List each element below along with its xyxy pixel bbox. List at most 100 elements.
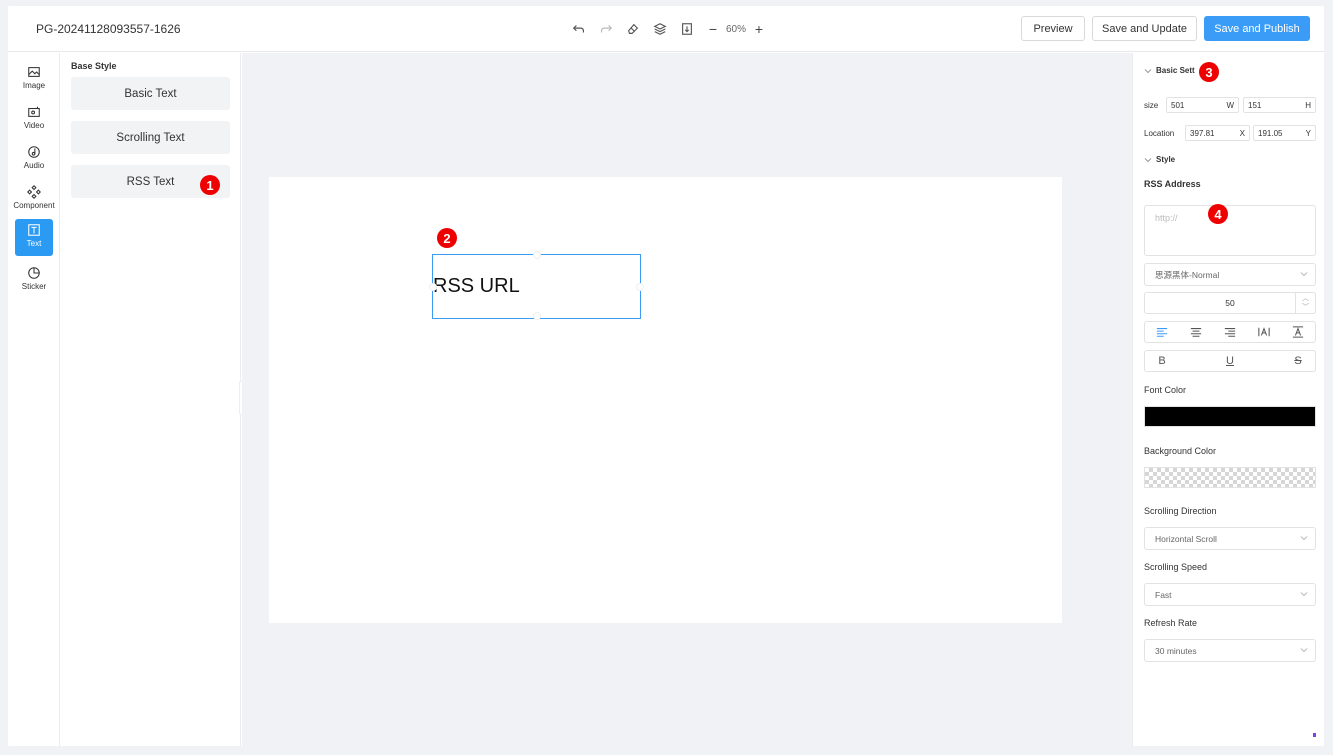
chevron-up-icon[interactable]: ︿ (1302, 294, 1309, 303)
image-icon (28, 67, 40, 77)
component-icon (27, 185, 41, 199)
layers-icon[interactable] (652, 21, 668, 37)
scroll-direction-value: Horizontal Scroll (1155, 533, 1217, 544)
font-color-label: Font Color (1144, 385, 1187, 395)
sidebar-item-sticker[interactable]: Sticker (8, 262, 60, 298)
font-size-value: 50 (1225, 298, 1235, 308)
basic-settings-section[interactable]: Basic Sett (1144, 66, 1195, 75)
rss-text-content: RSS URL (433, 275, 520, 297)
sidebar-item-component[interactable]: Component (8, 181, 60, 217)
letter-spacing-icon[interactable] (1257, 325, 1271, 339)
zoom-value: 60% (726, 23, 747, 35)
font-color-swatch[interactable] (1144, 406, 1316, 427)
sidebar-item-text[interactable]: Text (15, 219, 53, 256)
scroll-direction-label: Scrolling Direction (1144, 506, 1217, 516)
font-family-value: 思源黑体-Normal (1155, 269, 1220, 280)
x-value: 397.81 (1190, 128, 1215, 138)
undo-icon[interactable] (571, 21, 587, 37)
bold-icon[interactable]: B (1155, 354, 1169, 368)
resize-handle-right[interactable] (636, 283, 644, 291)
sidebar-item-label: Audio (23, 161, 45, 170)
chevron-down-icon (1300, 536, 1308, 541)
x-input[interactable]: 397.81 X (1185, 125, 1250, 141)
align-center-icon[interactable] (1189, 325, 1203, 339)
refresh-rate-value: 30 minutes (1155, 645, 1197, 656)
sidebar-item-label: Text (26, 239, 42, 248)
panel-title: Base Style (71, 61, 117, 71)
width-input[interactable]: 501 W (1166, 97, 1239, 113)
sidebar-item-video[interactable]: Video (8, 101, 60, 137)
width-value: 501 (1171, 100, 1185, 110)
save-publish-button[interactable]: Save and Publish (1204, 16, 1310, 41)
basic-text-button[interactable]: Basic Text (71, 77, 230, 110)
redo-icon[interactable] (598, 21, 614, 37)
editor-window: PG-20241128093557-1626 − 60% + Preview S… (8, 6, 1324, 746)
style-section[interactable]: Style (1144, 155, 1175, 164)
strikethrough-icon[interactable]: S (1291, 354, 1305, 368)
step-badge-3: 3 (1199, 62, 1219, 82)
height-input[interactable]: 151 H (1243, 97, 1316, 113)
background-color-swatch[interactable] (1144, 467, 1316, 488)
scrolling-text-button[interactable]: Scrolling Text (71, 121, 230, 154)
rss-address-input[interactable]: http:// (1144, 205, 1316, 256)
canvas-area: 2 RSS URL (242, 53, 1132, 746)
font-family-select[interactable]: 思源黑体-Normal (1144, 263, 1316, 286)
zoom-out-button[interactable]: − (706, 21, 720, 37)
chevron-down-icon (1300, 648, 1308, 653)
chevron-down-icon (1144, 68, 1152, 73)
scroll-speed-select[interactable]: Fast (1144, 583, 1316, 606)
section-title: Basic Sett (1156, 66, 1195, 75)
zoom-control: − 60% + (706, 21, 766, 37)
sidebar-item-label: Component (13, 201, 55, 210)
component-type-sidebar: Image Video Audio Component Text Sticker (8, 53, 60, 746)
y-value: 191.05 (1258, 128, 1283, 138)
alignment-buttons (1144, 321, 1316, 343)
resize-handle-bottom[interactable] (533, 312, 541, 320)
audio-icon (28, 146, 40, 158)
refresh-rate-select[interactable]: 30 minutes (1144, 639, 1316, 662)
size-label: size (1144, 101, 1159, 110)
step-badge-4: 4 (1208, 204, 1228, 224)
chevron-down-icon[interactable]: ﹀ (1302, 303, 1309, 312)
location-label: Location (1144, 129, 1175, 138)
font-size-input[interactable]: 50 ︿ ﹀ (1144, 292, 1316, 314)
properties-panel: Basic Sett 3 size 501 W 151 H Location 3… (1132, 53, 1324, 746)
align-icon[interactable] (679, 21, 695, 37)
resize-handle-left[interactable] (429, 283, 437, 291)
sidebar-item-audio[interactable]: Audio (8, 141, 60, 177)
corner-indicator (1313, 733, 1316, 737)
step-badge-1: 1 (200, 175, 220, 195)
y-input[interactable]: 191.05 Y (1253, 125, 1316, 141)
text-style-panel: Base Style Basic Text Scrolling Text RSS… (61, 53, 241, 746)
y-suffix: Y (1305, 129, 1311, 138)
chevron-down-icon (1300, 592, 1308, 597)
line-height-icon[interactable] (1291, 325, 1305, 339)
align-right-icon[interactable] (1223, 325, 1237, 339)
sidebar-item-image[interactable]: Image (8, 61, 60, 97)
height-value: 151 (1248, 100, 1262, 110)
preview-button[interactable]: Preview (1021, 16, 1085, 41)
eraser-icon[interactable] (625, 21, 641, 37)
sidebar-item-label: Sticker (21, 282, 47, 291)
save-update-button[interactable]: Save and Update (1092, 16, 1197, 41)
video-icon (28, 106, 40, 117)
top-header: PG-20241128093557-1626 − 60% + Preview S… (8, 6, 1324, 52)
text-icon (28, 224, 40, 236)
font-size-stepper[interactable]: ︿ ﹀ (1295, 293, 1315, 313)
scroll-direction-select[interactable]: Horizontal Scroll (1144, 527, 1316, 550)
edit-toolbar: − 60% + (571, 19, 766, 39)
design-canvas[interactable]: 2 RSS URL (269, 177, 1062, 623)
zoom-in-button[interactable]: + (752, 21, 766, 37)
resize-handle-top[interactable] (533, 251, 541, 259)
chevron-down-icon (1144, 157, 1152, 162)
align-left-icon[interactable] (1155, 325, 1169, 339)
sticker-icon (28, 267, 40, 279)
height-suffix: H (1305, 101, 1311, 110)
background-color-label: Background Color (1144, 446, 1217, 456)
rss-text-element[interactable]: RSS URL (429, 251, 644, 320)
underline-icon[interactable]: U (1223, 354, 1237, 368)
step-badge-2: 2 (437, 228, 457, 248)
chevron-down-icon (1300, 272, 1308, 277)
scroll-speed-value: Fast (1155, 589, 1172, 600)
width-suffix: W (1226, 101, 1234, 110)
